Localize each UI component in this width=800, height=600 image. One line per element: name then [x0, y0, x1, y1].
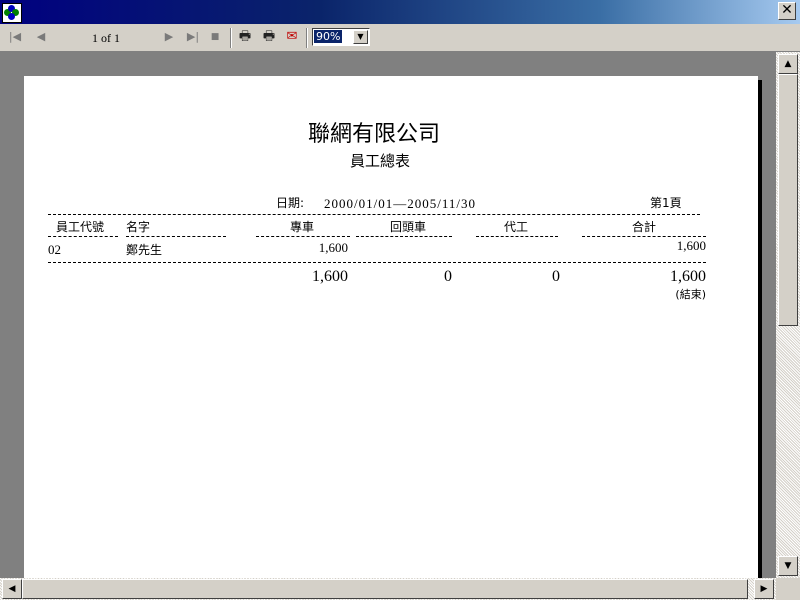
next-page-icon[interactable]: ▶ — [162, 30, 176, 44]
header-underline — [126, 236, 226, 237]
zoom-select[interactable]: 90% ▼ — [312, 28, 370, 46]
report-title: 員工總表 — [350, 152, 411, 170]
cell-emp-id: 02 — [48, 242, 61, 257]
end-label: (結束) — [675, 288, 706, 301]
cell-name: 鄭先生 — [126, 243, 163, 257]
col-header-substitute: 代工 — [504, 220, 529, 234]
col-header-name: 名字 — [126, 220, 151, 234]
scroll-up-icon[interactable]: ▲ — [778, 54, 798, 74]
toolbar-separator — [230, 28, 232, 48]
zoom-value: 90% — [314, 30, 343, 43]
scroll-down-icon[interactable]: ▼ — [778, 556, 798, 576]
total-grand: 1,600 — [670, 268, 706, 285]
date-label: 日期: — [276, 196, 305, 210]
header-underline — [356, 236, 452, 237]
horizontal-scroll-thumb[interactable] — [22, 579, 748, 599]
close-button[interactable]: ✕ — [778, 2, 796, 20]
header-top-rule — [48, 214, 700, 215]
toolbar-separator — [306, 28, 308, 48]
total-return: 0 — [444, 268, 452, 285]
scrollbar-corner — [776, 578, 800, 600]
header-underline — [476, 236, 558, 237]
totals-rule — [48, 262, 706, 263]
vertical-scrollbar[interactable]: ▲ ▼ — [776, 52, 800, 578]
export-icon[interactable]: ✉ — [283, 29, 301, 45]
scroll-right-icon[interactable]: ▶ — [754, 579, 774, 599]
scroll-left-icon[interactable]: ◀ — [2, 579, 22, 599]
page-indicator: 1 of 1 — [92, 31, 120, 45]
stop-icon[interactable]: ■ — [208, 30, 222, 44]
first-page-icon[interactable]: |◀ — [8, 30, 22, 44]
prev-page-icon[interactable]: ◀ — [34, 30, 48, 44]
app-icon — [2, 3, 22, 23]
last-page-icon[interactable]: ▶| — [186, 30, 200, 44]
title-bar: ✕ — [0, 0, 800, 24]
chevron-down-icon[interactable]: ▼ — [353, 30, 368, 44]
total-substitute: 0 — [552, 268, 560, 285]
cell-dedicated: 1,600 — [318, 240, 348, 255]
company-name: 聯網有限公司 — [308, 122, 441, 147]
toolbar: |◀ ◀ 1 of 1 ▶ ▶| ■ 🖶 🖶 ✉ 90% ▼ — [0, 24, 800, 52]
col-header-return: 回頭車 — [390, 220, 427, 234]
print-setup-icon[interactable]: 🖶 — [260, 29, 278, 45]
col-header-dedicated: 專車 — [290, 220, 315, 234]
page-number: 第1頁 — [650, 196, 682, 210]
printer-icon[interactable]: 🖶 — [236, 29, 254, 45]
col-header-total: 合計 — [632, 220, 657, 234]
header-underline — [582, 236, 706, 237]
header-underline — [256, 236, 350, 237]
vertical-scroll-thumb[interactable] — [778, 74, 798, 326]
col-header-emp-id: 員工代號 — [56, 220, 105, 234]
horizontal-scrollbar[interactable]: ◀ ▶ — [0, 578, 776, 600]
date-range: 2000/01/01—2005/11/30 — [324, 196, 476, 211]
total-dedicated: 1,600 — [312, 268, 348, 285]
report-viewport: 聯網有限公司 員工總表 日期: 2000/01/01—2005/11/30 第1… — [0, 52, 776, 578]
cell-total: 1,600 — [676, 238, 706, 253]
report-page: 聯網有限公司 員工總表 日期: 2000/01/01—2005/11/30 第1… — [24, 76, 758, 578]
header-underline — [48, 236, 118, 237]
